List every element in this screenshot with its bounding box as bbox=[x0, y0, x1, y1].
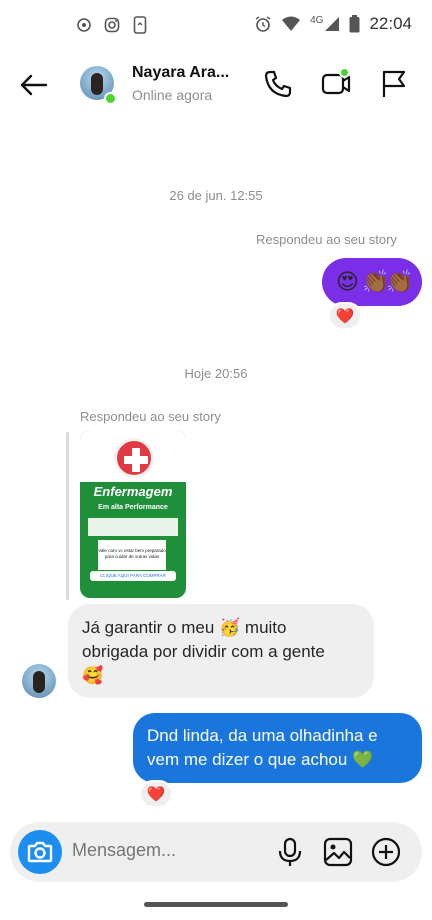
date-separator: Hoje 20:56 bbox=[184, 366, 248, 381]
outgoing-message[interactable]: Dnd linda, da uma olhadinha e vem me diz… bbox=[133, 713, 422, 783]
flag-icon[interactable] bbox=[378, 68, 410, 100]
story-button: CLIQUE AQUI PARA COMPRAR bbox=[90, 571, 176, 581]
arrow-left-icon[interactable] bbox=[16, 68, 50, 102]
battery-icon bbox=[349, 15, 360, 33]
clock: 22:04 bbox=[369, 14, 412, 33]
phone-icon[interactable] bbox=[262, 68, 294, 100]
message-line: obrigada por dividir com a gente bbox=[82, 642, 325, 661]
chat-header: Nayara Ara... Online agora bbox=[0, 52, 432, 116]
network-type: 4G bbox=[310, 14, 324, 26]
outgoing-message[interactable]: 😍 👏🏾 👏🏾 bbox=[322, 258, 422, 306]
reaction-badge[interactable]: ❤️ bbox=[139, 780, 173, 808]
signal-icon bbox=[325, 17, 340, 31]
call-recording-icon bbox=[77, 18, 91, 32]
message-composer bbox=[10, 822, 422, 882]
message-line: 🥰 bbox=[82, 666, 104, 685]
sender-avatar[interactable] bbox=[22, 664, 56, 698]
story-reply-label: Respondeu ao seu story bbox=[80, 409, 221, 424]
emoji: 😍 bbox=[336, 269, 359, 294]
camera-icon bbox=[27, 841, 53, 863]
medical-heart-icon bbox=[114, 438, 154, 478]
contact-status: Online agora bbox=[132, 87, 213, 103]
story-title: Enfermagem bbox=[93, 484, 173, 499]
reaction-badge[interactable]: ❤️ bbox=[328, 302, 362, 330]
online-indicator bbox=[104, 92, 117, 105]
status-bar: 4G 22:04 bbox=[0, 0, 432, 50]
video-online-indicator bbox=[339, 67, 350, 78]
incoming-message[interactable]: Já garantir o meu 🥳 muito obrigada por d… bbox=[68, 604, 374, 698]
add-icon[interactable] bbox=[370, 836, 402, 868]
phone-link-icon bbox=[133, 16, 147, 34]
story-reply-label: Respondeu ao seu story bbox=[256, 232, 397, 247]
message-input[interactable] bbox=[72, 840, 252, 861]
story-reply-bar bbox=[66, 432, 69, 600]
heart-icon: ❤️ bbox=[335, 308, 355, 325]
home-indicator[interactable] bbox=[144, 902, 288, 907]
story-thumbnail[interactable]: Enfermagem Em alta Performance Vale caro… bbox=[80, 430, 186, 598]
alarm-icon bbox=[255, 16, 271, 32]
gallery-icon[interactable] bbox=[322, 836, 354, 868]
date-separator: 26 de jun. 12:55 bbox=[169, 188, 263, 203]
story-card: Vale caro vc estar bem preparado para cu… bbox=[98, 540, 166, 570]
message-line: Já garantir o meu 🥳 muito bbox=[82, 618, 287, 637]
instagram-icon bbox=[104, 17, 120, 33]
camera-button[interactable] bbox=[18, 830, 62, 874]
wifi-icon bbox=[282, 16, 301, 31]
contact-name[interactable]: Nayara Ara... bbox=[132, 64, 229, 82]
heart-icon: ❤️ bbox=[146, 786, 166, 803]
story-subtitle: Em alta Performance bbox=[98, 504, 168, 511]
microphone-icon[interactable] bbox=[274, 836, 306, 868]
emoji: 👏🏾 bbox=[386, 269, 414, 294]
